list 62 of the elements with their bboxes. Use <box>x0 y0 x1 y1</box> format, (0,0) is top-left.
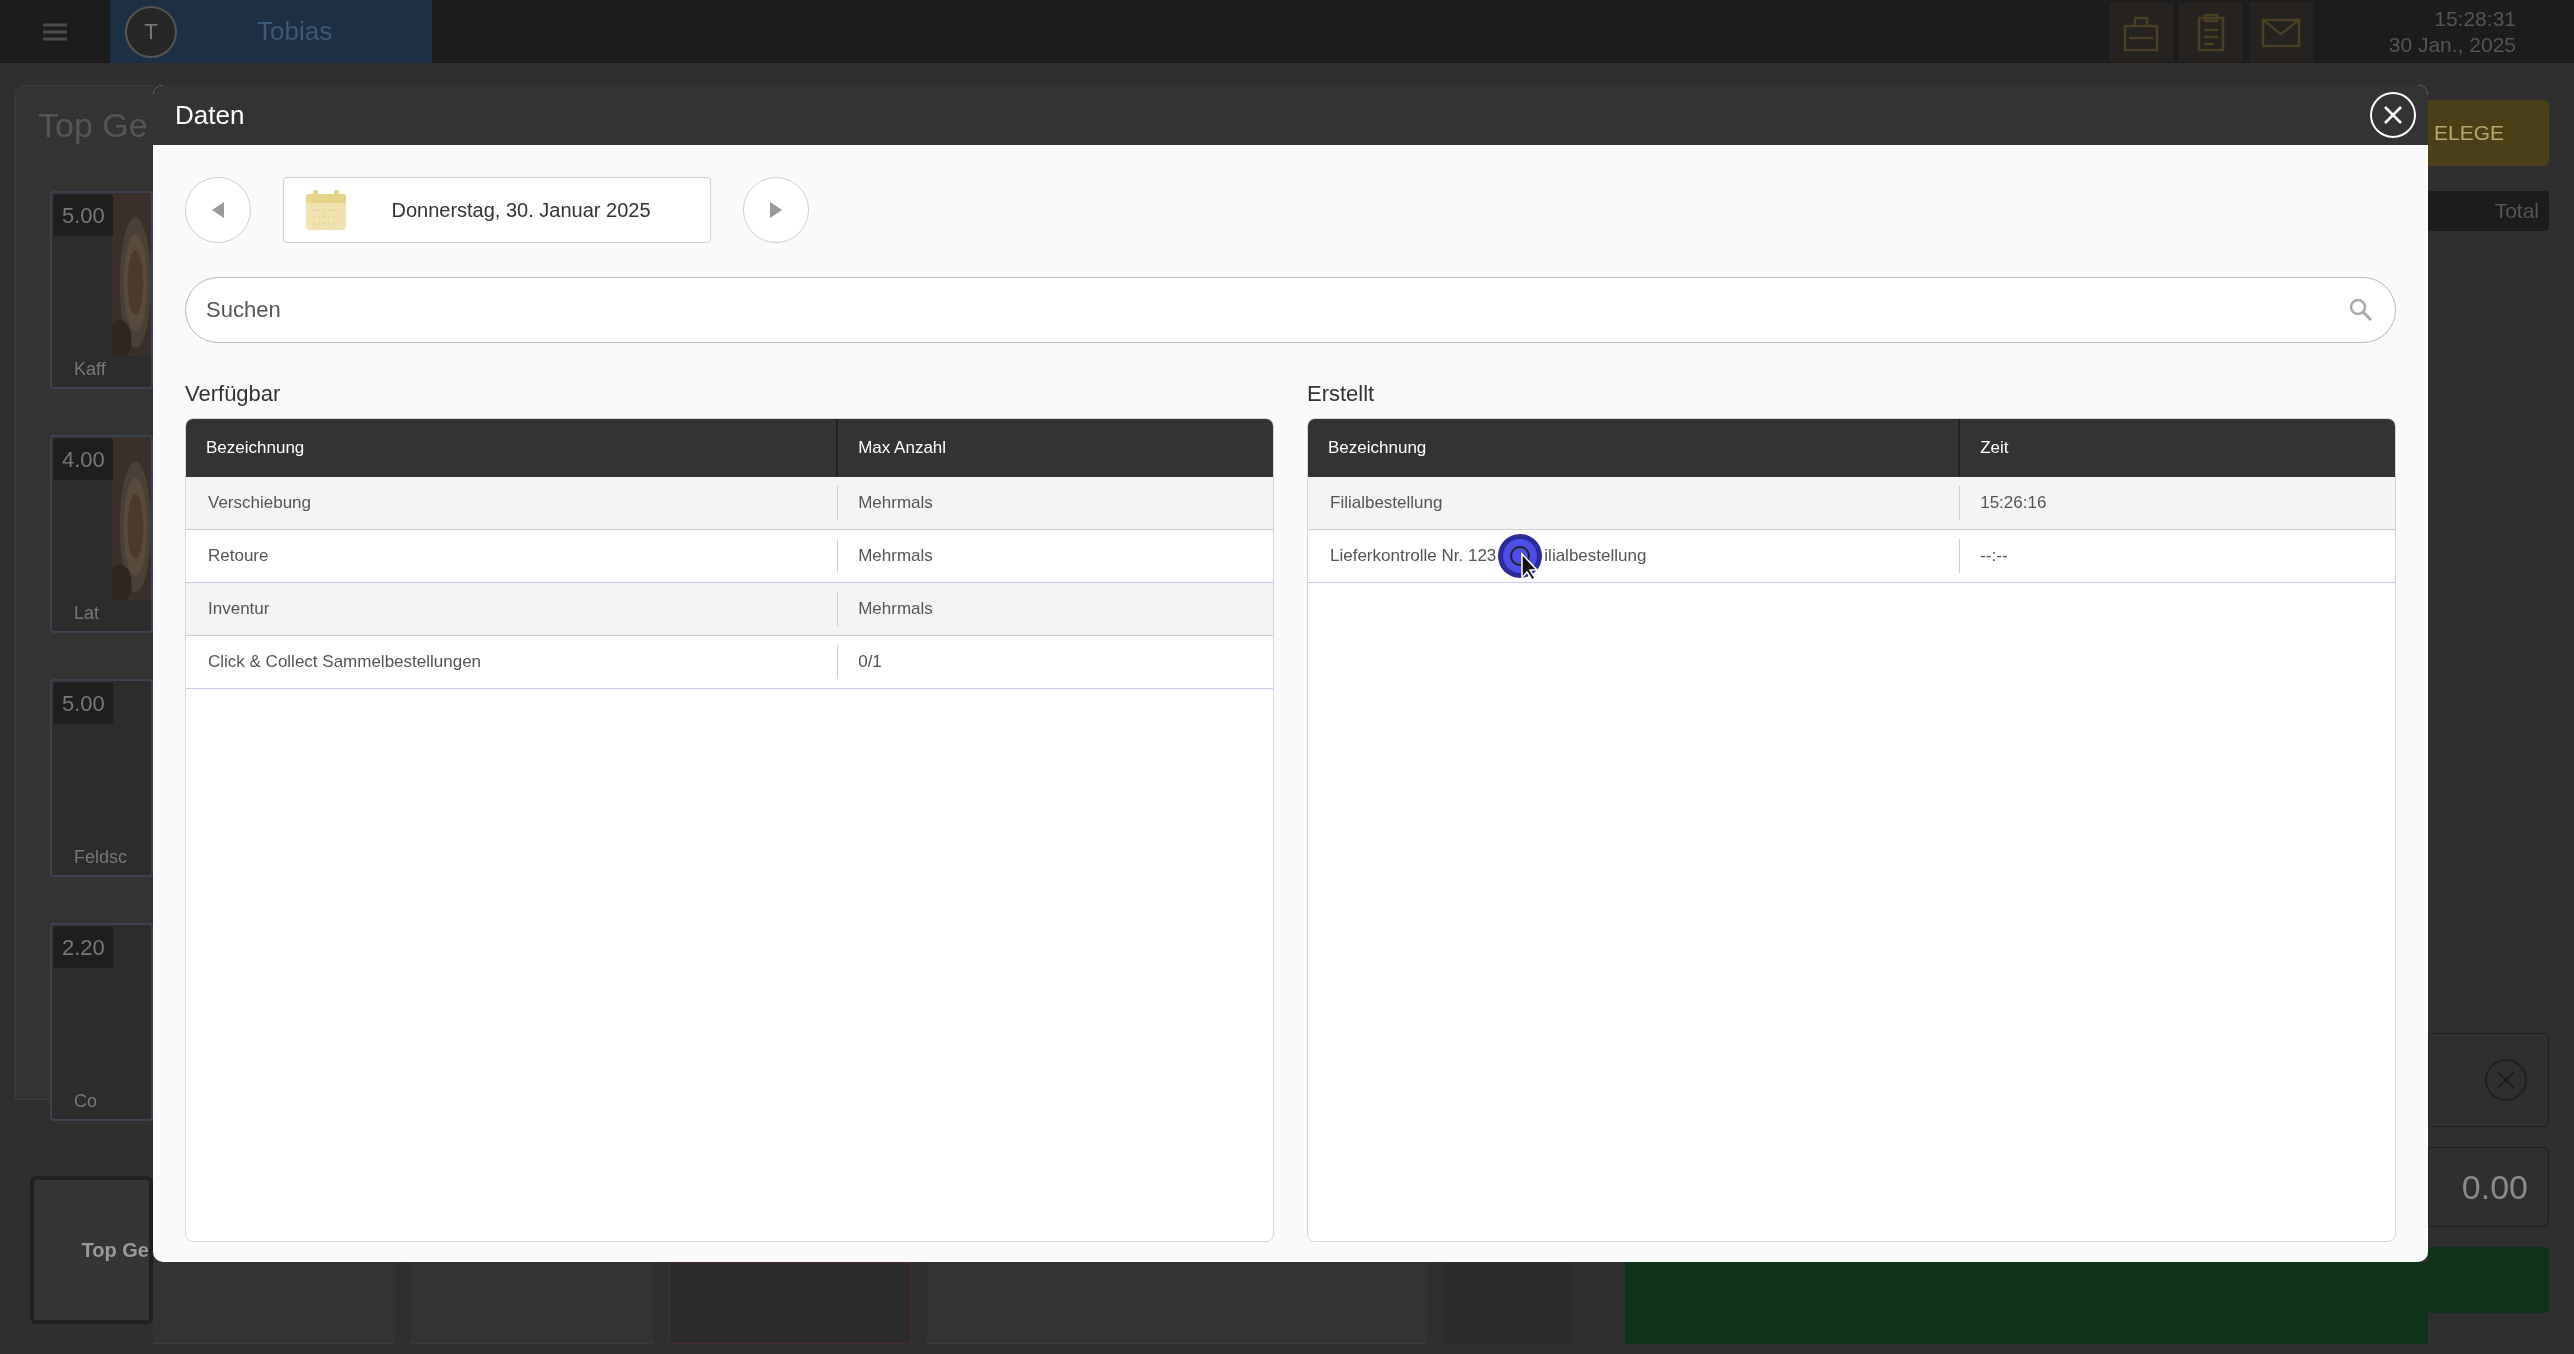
checkout-button[interactable] <box>1625 1262 2428 1344</box>
toolbar-button[interactable] <box>2248 1 2313 62</box>
table-cell-text: Verschiebung <box>208 492 312 515</box>
table-cell: 15:26:16 <box>1980 493 2047 513</box>
calendar-icon <box>304 188 348 232</box>
table-cell: Mehrmals <box>858 493 933 513</box>
category-button[interactable]: Top Ge <box>30 1176 153 1324</box>
search-field[interactable]: Suchen <box>185 277 2396 343</box>
section-title: Verfügbar <box>185 380 282 408</box>
toolbar-button[interactable] <box>2108 1 2173 62</box>
product-name: Kaff <box>73 358 107 381</box>
price-tag: 5.00 <box>54 683 113 724</box>
product-tile[interactable]: 2.20 Co <box>50 923 153 1121</box>
product-tile[interactable] <box>669 1262 911 1344</box>
user-avatar: T <box>125 5 177 58</box>
product-tile[interactable] <box>153 1262 395 1344</box>
product-tile[interactable]: 5.00 Feldsc <box>50 679 153 877</box>
toolbar-button[interactable] <box>2178 1 2243 62</box>
table-cell-text: Filialbestellung <box>1330 492 1443 515</box>
product-tile[interactable] <box>927 1262 1427 1344</box>
action-button[interactable]: ELEGE <box>2428 100 2549 166</box>
search-icon <box>2348 297 2374 323</box>
close-button[interactable] <box>2370 92 2416 138</box>
table-cell-text: ilialbestellung <box>1544 545 1647 568</box>
column-header: Zeit <box>1980 437 2009 460</box>
touch-indicator-icon <box>1496 532 1545 580</box>
product-name: Co <box>73 1090 98 1113</box>
clock-time: 15:28:31 <box>2434 5 2516 32</box>
table-row[interactable]: Inventur Mehrmals <box>186 583 1273 636</box>
table-cell-text: Inventur <box>208 598 270 621</box>
price-tag: 5.00 <box>54 195 113 236</box>
total-label: Total <box>2494 198 2539 225</box>
clock-date: 30 Jan., 2025 <box>2388 31 2516 58</box>
dialog-title: Daten <box>175 98 245 132</box>
column-header: Bezeichnung <box>206 437 305 460</box>
product-tile[interactable] <box>1443 1262 1573 1344</box>
table-row[interactable]: Filialbestellung 15:26:16 <box>1308 477 2395 530</box>
product-tile[interactable]: 5.00 Kaff <box>50 191 153 389</box>
section-title: Erstellt <box>1307 380 1376 408</box>
left-arrow-icon <box>211 201 225 219</box>
table-cell-text: Click & Collect Sammelbestellungen <box>208 651 482 674</box>
table-cell: --:-- <box>1980 546 2008 566</box>
product-tile[interactable] <box>411 1262 653 1344</box>
date-picker[interactable]: Donnerstag, 30. Januar 2025 <box>283 177 711 243</box>
table-cell: Mehrmals <box>858 546 933 566</box>
price-tag: 4.00 <box>54 439 113 480</box>
column-header: Bezeichnung <box>1328 437 1427 460</box>
table-cell-text: Retoure <box>208 545 269 568</box>
product-tile[interactable]: 4.00 Lat <box>50 435 153 633</box>
table-row[interactable]: Verschiebung Mehrmals <box>186 477 1273 530</box>
right-arrow-icon <box>769 201 783 219</box>
product-name: Feldsc <box>73 846 128 869</box>
close-icon <box>2383 105 2403 125</box>
column-header: Max Anzahl <box>858 437 947 460</box>
table-cell: 0/1 <box>858 652 882 672</box>
amount-value: 0.00 <box>2461 1166 2528 1208</box>
checkout-button[interactable] <box>2428 1247 2549 1313</box>
product-name: Lat <box>73 602 101 625</box>
menu-icon <box>41 21 69 42</box>
table-cell: Mehrmals <box>858 599 933 619</box>
table-cell-text: Lieferkontrolle Nr. 123 <box>1330 545 1497 568</box>
price-tag: 2.20 <box>54 927 113 968</box>
